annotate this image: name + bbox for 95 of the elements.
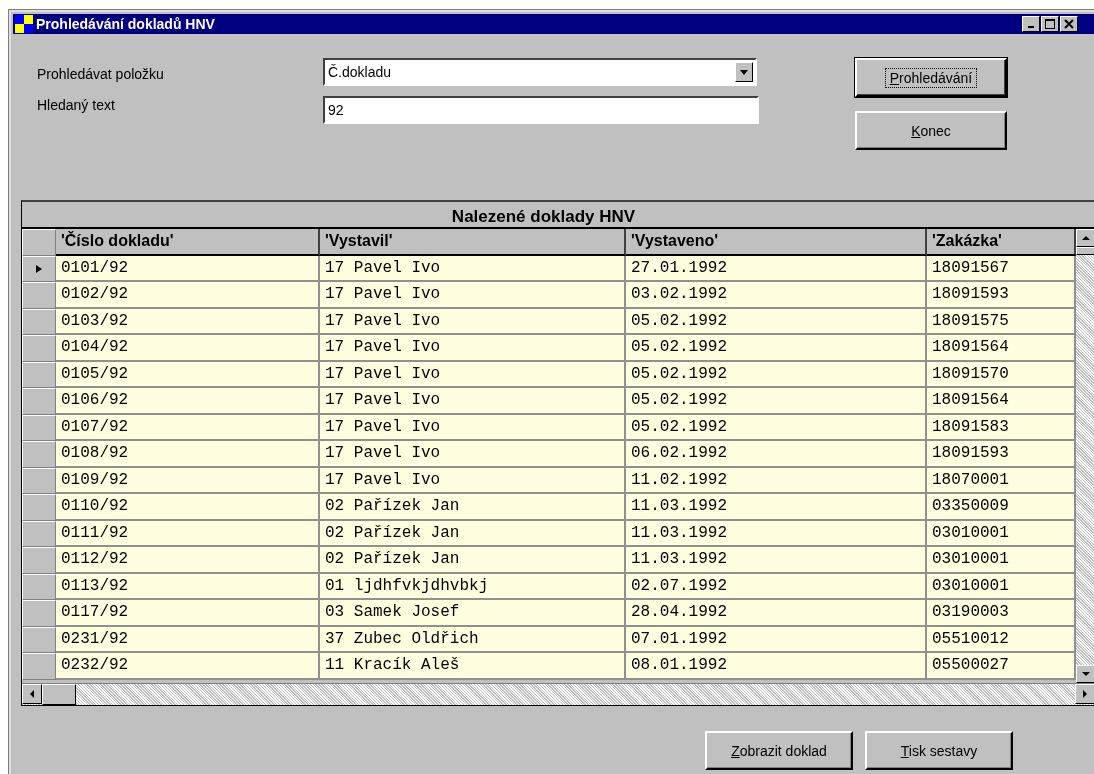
table-cell: 0111/92 [56, 520, 320, 547]
table-cell: 17 Pavel Ivo [320, 467, 626, 494]
table-cell: 11 Kracík Aleš [320, 653, 626, 680]
table-cell: 28.04.1992 [626, 600, 927, 627]
table-cell: 0108/92 [56, 441, 320, 468]
table-cell: 03350009 [927, 494, 1076, 521]
table-cell: 37 Zubec Oldřich [320, 626, 626, 653]
search-button[interactable]: Prohledávání [855, 58, 1007, 97]
scroll-thumb[interactable] [1076, 247, 1094, 255]
table-cell: 02 Pařízek Jan [320, 547, 626, 574]
table-cell: 18070001 [927, 467, 1076, 494]
table-cell: 03190003 [927, 600, 1076, 627]
table-cell: 05500027 [927, 653, 1076, 680]
vertical-scrollbar[interactable] [1076, 229, 1094, 683]
table-cell: 0117/92 [56, 600, 320, 627]
table-cell: 05510012 [927, 626, 1076, 653]
table-cell: 05.02.1992 [626, 361, 927, 388]
table-cell: 17 Pavel Ivo [320, 388, 626, 415]
table-cell: 18091583 [927, 414, 1076, 441]
table-cell: 06.02.1992 [626, 441, 927, 468]
table-cell: 17 Pavel Ivo [320, 308, 626, 335]
table-cell: 17 Pavel Ivo [320, 441, 626, 468]
current-row-icon [35, 264, 43, 273]
table-cell: 0103/92 [56, 308, 320, 335]
table-cell: 0109/92 [56, 467, 320, 494]
row-indicator[interactable] [22, 255, 56, 282]
maximize-button[interactable] [1041, 16, 1059, 32]
table-cell: 03.02.1992 [626, 282, 927, 309]
table-cell: 05.02.1992 [626, 414, 927, 441]
search-text-field[interactable]: 92 [323, 96, 759, 124]
table-cell: 18091593 [927, 441, 1076, 468]
table-cell: 0104/92 [56, 335, 320, 362]
print-report-button[interactable]: Tisk sestavy [865, 731, 1013, 770]
scroll-down-icon [1082, 670, 1090, 678]
table-cell: 11.03.1992 [626, 520, 927, 547]
table-cell: 05.02.1992 [626, 335, 927, 362]
scroll-left-icon [28, 690, 36, 698]
table-cell: 27.01.1992 [626, 255, 927, 282]
table-cell: 0112/92 [56, 547, 320, 574]
field-dropdown[interactable]: Č.dokladu [323, 58, 757, 86]
horizontal-scrollbar[interactable] [22, 683, 1094, 705]
close-button[interactable] [1060, 16, 1078, 32]
table-cell: 0101/92 [56, 255, 320, 282]
table-cell: 17 Pavel Ivo [320, 361, 626, 388]
column-header[interactable]: 'Číslo dokladu' [56, 229, 320, 256]
table-cell: 18091564 [927, 388, 1076, 415]
table-cell: 11.03.1992 [626, 547, 927, 574]
table-cell: 03 Samek Josef [320, 600, 626, 627]
table-cell: 18091564 [927, 335, 1076, 362]
table-cell: 03010001 [927, 547, 1076, 574]
table-cell: 0232/92 [56, 653, 320, 680]
text-label: Hledaný text [37, 97, 116, 113]
column-header[interactable]: 'Vystavil' [320, 229, 626, 256]
table-cell: 02.07.1992 [626, 573, 927, 600]
minimize-button[interactable] [1022, 16, 1040, 32]
show-document-button[interactable]: Zobrazit doklad [705, 731, 853, 770]
table-cell: 0106/92 [56, 388, 320, 415]
table-cell: 17 Pavel Ivo [320, 255, 626, 282]
table-cell: 01 ljdhfvkjdhvbkj [320, 573, 626, 600]
field-label: Prohledávat položku [37, 66, 165, 82]
maximize-icon [1045, 19, 1055, 29]
table-cell: 0107/92 [56, 414, 320, 441]
close-icon [1064, 19, 1074, 29]
table-cell: 11.02.1992 [626, 467, 927, 494]
table-cell: 18091570 [927, 361, 1076, 388]
table-cell: 0110/92 [56, 494, 320, 521]
table-cell: 07.01.1992 [626, 626, 927, 653]
table-cell: 11.03.1992 [626, 494, 927, 521]
close-dialog-button[interactable]: Konec [855, 111, 1007, 150]
table-cell: 18091593 [927, 282, 1076, 309]
table-cell: 0105/92 [56, 361, 320, 388]
table-cell: 18091567 [927, 255, 1076, 282]
table-cell: 17 Pavel Ivo [320, 335, 626, 362]
table-cell: 03010001 [927, 573, 1076, 600]
table-cell: 17 Pavel Ivo [320, 282, 626, 309]
table-cell: 17 Pavel Ivo [320, 414, 626, 441]
column-header[interactable]: 'Zakázka' [927, 229, 1076, 256]
table-cell: 02 Pařízek Jan [320, 494, 626, 521]
grid-caption: Nalezené doklady HNV [451, 207, 636, 227]
app-icon [15, 15, 33, 33]
table-cell: 18091575 [927, 308, 1076, 335]
scroll-right-icon [1081, 690, 1089, 698]
table-cell: 05.02.1992 [626, 308, 927, 335]
column-header[interactable]: 'Vystaveno' [626, 229, 927, 256]
window-title: Prohledávání dokladů HNV [36, 16, 215, 32]
table-cell: 0102/92 [56, 282, 320, 309]
table-cell: 02 Pařízek Jan [320, 520, 626, 547]
scroll-thumb[interactable] [42, 684, 76, 705]
table-cell: 05.02.1992 [626, 388, 927, 415]
table-cell: 08.01.1992 [626, 653, 927, 680]
scroll-up-icon [1082, 234, 1090, 242]
table-cell: 0113/92 [56, 573, 320, 600]
table-cell: 03010001 [927, 520, 1076, 547]
caret-icon [740, 68, 748, 76]
table-cell: 0231/92 [56, 626, 320, 653]
